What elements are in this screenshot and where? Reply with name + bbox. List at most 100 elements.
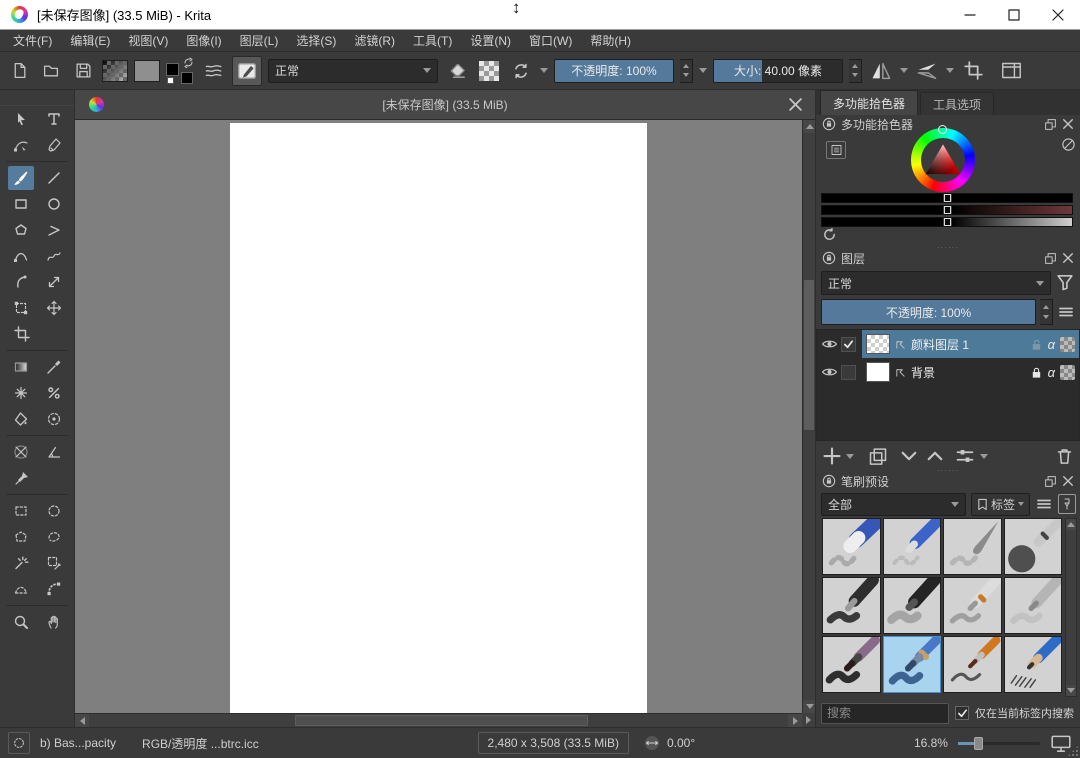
menu-settings[interactable]: 设置(N) — [461, 30, 520, 52]
trim-to-image-button[interactable] — [960, 58, 986, 84]
blend-mode-combo[interactable]: 正常 — [268, 59, 438, 83]
ellipse-select-tool[interactable] — [41, 499, 67, 523]
shade-strip[interactable] — [821, 193, 1073, 203]
brush-preset-pencil[interactable] — [1004, 636, 1063, 693]
brush-menu-icon[interactable] — [1035, 496, 1053, 512]
assistants-tool[interactable] — [8, 440, 34, 464]
close-docker-icon[interactable] — [1062, 475, 1074, 487]
brush-preview-button[interactable] — [8, 732, 30, 754]
save-button[interactable] — [70, 58, 96, 84]
contiguous-select-tool[interactable] — [8, 551, 34, 575]
chevron-down-icon[interactable] — [900, 68, 908, 73]
color-history-icon[interactable] — [822, 227, 837, 242]
layer-filter-icon[interactable] — [1055, 271, 1075, 293]
layer-blend-mode-combo[interactable]: 正常 — [821, 271, 1051, 295]
color-profile-label[interactable]: RGB/透明度 ...btrc.icc — [142, 735, 259, 752]
layer-row-body[interactable]: 颜料图层 1 α — [862, 330, 1079, 358]
brush-preset-silver-pen[interactable] — [1004, 577, 1063, 634]
mirror-horizontal-button[interactable] — [868, 58, 894, 84]
float-docker-icon[interactable] — [1044, 252, 1057, 265]
brush-preset-airbrush[interactable] — [1004, 518, 1063, 575]
brush-editor-button[interactable] — [232, 56, 262, 86]
layer-properties-button[interactable] — [954, 446, 976, 466]
brush-preset-eraser-soft[interactable] — [883, 518, 942, 575]
freehand-path-tool[interactable] — [41, 244, 67, 268]
brush-preset-smudge[interactable] — [943, 518, 1002, 575]
tab-tool-options[interactable]: 工具选项 — [920, 92, 994, 115]
layer-alpha-icon[interactable]: α — [1048, 365, 1055, 380]
inherit-alpha-icon[interactable] — [1060, 337, 1075, 352]
menu-tools[interactable]: 工具(T) — [404, 30, 461, 52]
calligraphy-tool[interactable] — [41, 133, 67, 157]
colorize-mask-tool[interactable] — [41, 407, 67, 431]
brush-grid-scrollbar[interactable] — [1065, 518, 1077, 697]
smart-patch-tool[interactable] — [41, 381, 67, 405]
maximize-button[interactable] — [992, 0, 1036, 29]
color-sampler-tool[interactable] — [41, 355, 67, 379]
selector-settings-button[interactable] — [826, 141, 846, 159]
rectangle-tool[interactable] — [8, 192, 34, 216]
shade-strip[interactable] — [821, 205, 1073, 215]
menu-view[interactable]: 视图(V) — [119, 30, 177, 52]
move-layer-down-button[interactable] — [898, 446, 920, 466]
layer-unlocked-icon[interactable] — [1030, 338, 1043, 351]
brush-preset-fine-liner[interactable] — [943, 577, 1002, 634]
chevron-down-icon[interactable] — [540, 68, 548, 73]
current-brush-name[interactable]: b) Bas...pacity — [40, 736, 116, 750]
canvas-rotation[interactable]: 0.00° — [643, 734, 695, 752]
no-color-icon[interactable] — [1061, 137, 1076, 152]
brush-option-widget[interactable] — [200, 58, 226, 84]
dynamic-brush-tool[interactable] — [8, 270, 34, 294]
ellipse-tool[interactable] — [41, 192, 67, 216]
subwindow-close-icon[interactable] — [788, 97, 803, 112]
magnetic-select-tool[interactable] — [41, 577, 67, 601]
zoom-level[interactable]: 16.8% — [914, 736, 948, 750]
background-color-swatch[interactable] — [181, 72, 193, 84]
scroll-left-arrow[interactable] — [75, 714, 89, 728]
move-tool[interactable] — [41, 296, 67, 320]
layer-thumbnail[interactable] — [866, 362, 890, 382]
brush-preset-detail-brush[interactable] — [943, 636, 1002, 693]
polyline-tool[interactable] — [41, 218, 67, 242]
opacity-spinner[interactable] — [680, 59, 693, 83]
close-docker-icon[interactable] — [1062, 118, 1074, 130]
new-document-button[interactable] — [6, 58, 32, 84]
float-docker-icon[interactable] — [1044, 118, 1057, 131]
close-docker-icon[interactable] — [1062, 252, 1074, 264]
polygon-tool[interactable] — [8, 218, 34, 242]
duplicate-layer-button[interactable] — [868, 446, 888, 466]
hsv-triangle[interactable] — [924, 143, 962, 177]
brush-preset-dark-brush[interactable] — [822, 636, 881, 693]
chevron-down-icon[interactable] — [846, 454, 854, 459]
gradient-chooser[interactable] — [102, 60, 128, 82]
layer-visibility-icon[interactable] — [821, 337, 838, 351]
brush-preset-eraser-block[interactable] — [822, 518, 881, 575]
brush-preset-marker[interactable] — [883, 577, 942, 634]
layer-select-checkbox[interactable] — [841, 365, 856, 380]
vertical-scroll-thumb[interactable] — [804, 280, 814, 430]
scroll-up-arrow[interactable] — [1066, 519, 1076, 530]
layer-row-body[interactable]: 背景 α — [862, 358, 1079, 386]
rect-select-tool[interactable] — [8, 499, 34, 523]
select-shapes-tool[interactable] — [8, 107, 34, 131]
toolbox-drag-handle[interactable] — [0, 90, 74, 106]
multibrush-tool[interactable] — [41, 270, 67, 294]
lock-docker-icon[interactable] — [822, 251, 836, 265]
canvas-viewport[interactable] — [75, 120, 802, 713]
menu-file[interactable]: 文件(F) — [4, 30, 61, 52]
polygon-select-tool[interactable] — [8, 525, 34, 549]
freehand-select-tool[interactable] — [41, 525, 67, 549]
menu-filter[interactable]: 滤镜(R) — [345, 30, 404, 52]
preserve-alpha-button[interactable] — [476, 58, 502, 84]
zoom-slider-handle[interactable] — [974, 737, 983, 750]
crop-tool[interactable] — [9, 322, 35, 346]
chevron-down-icon[interactable] — [699, 68, 707, 73]
inherit-alpha-icon[interactable] — [1060, 365, 1075, 380]
reset-colors-icon[interactable] — [167, 77, 174, 84]
layer-select-checkbox[interactable] — [841, 337, 856, 352]
pattern-chooser[interactable] — [134, 60, 160, 82]
menu-select[interactable]: 选择(S) — [287, 30, 345, 52]
tags-button[interactable]: 标签 — [971, 493, 1030, 516]
minimize-button[interactable] — [948, 0, 992, 29]
menu-edit[interactable]: 编辑(E) — [61, 30, 119, 52]
